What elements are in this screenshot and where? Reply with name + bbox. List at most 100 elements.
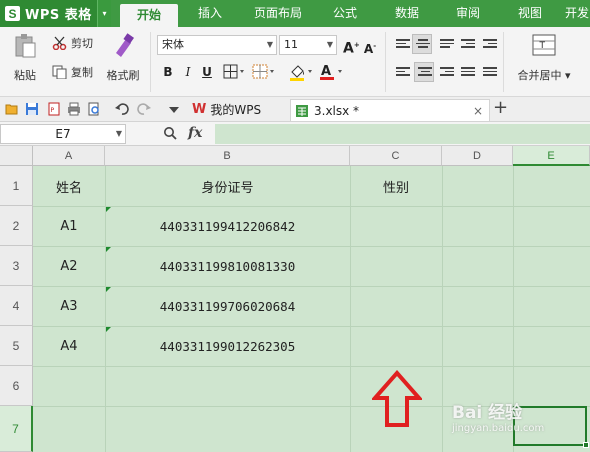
align-center-icon: [418, 67, 432, 79]
column-header-d[interactable]: D: [442, 146, 513, 166]
tab-page-layout[interactable]: 页面布局: [245, 0, 311, 27]
fx-button[interactable]: fx: [188, 125, 202, 141]
doc-tab-3xlsx[interactable]: 3.xlsx * ×: [290, 99, 490, 121]
format-painter-label: 格式刷: [106, 69, 140, 82]
cell-b3[interactable]: 440331199810081330: [105, 246, 350, 286]
cell-a1[interactable]: 姓名: [33, 166, 105, 206]
cell-b4[interactable]: 440331199706020684: [105, 286, 350, 326]
new-tab-button[interactable]: +: [493, 97, 508, 118]
undo-icon[interactable]: [115, 102, 129, 116]
grid-line: [33, 366, 590, 367]
name-box-value: E7: [55, 127, 71, 141]
cell-a4[interactable]: A3: [33, 286, 105, 326]
cut-label: 剪切: [71, 37, 93, 50]
font-color-icon[interactable]: A: [318, 63, 344, 81]
row-header-2[interactable]: 2: [0, 206, 33, 246]
search-icon[interactable]: [163, 126, 177, 140]
fill-handle[interactable]: [583, 442, 589, 448]
align-bottom-icon[interactable]: [440, 39, 454, 51]
decrease-font-button[interactable]: A-: [362, 38, 378, 56]
quick-access-bar: P W 我的WPS 3.xlsx * × +: [0, 97, 590, 122]
indent-decrease-icon[interactable]: [461, 39, 475, 51]
cell-b2[interactable]: 440331199412206842: [105, 206, 350, 246]
number-as-text-indicator: [106, 207, 111, 212]
paste-button[interactable]: 粘贴: [8, 33, 42, 83]
font-size-select[interactable]: 11 ▼: [279, 35, 337, 55]
tab-developer[interactable]: 开发: [565, 0, 590, 27]
paste-label: 粘贴: [14, 69, 36, 82]
app-dropdown-button[interactable]: ▾: [97, 0, 111, 27]
redo-icon[interactable]: [137, 102, 151, 116]
copy-icon: [52, 65, 67, 79]
ribbon-divider: [150, 32, 151, 92]
italic-button[interactable]: I: [180, 64, 196, 80]
doc-tab-my-wps[interactable]: W 我的WPS: [188, 99, 288, 121]
grid-line: [350, 166, 351, 452]
brush-icon: [116, 33, 134, 57]
svg-text:P: P: [51, 107, 55, 114]
align-left-icon[interactable]: [396, 67, 410, 79]
cell-a3[interactable]: A2: [33, 246, 105, 286]
fill-color-icon[interactable]: [288, 63, 314, 81]
save-icon[interactable]: [25, 102, 39, 116]
grid-line: [442, 166, 443, 452]
cell-c1[interactable]: 性别: [350, 166, 442, 206]
select-all-corner[interactable]: [0, 146, 33, 166]
merge-label: 合并居中 ▾: [517, 69, 571, 82]
format-painter-button[interactable]: 格式刷: [103, 33, 143, 83]
font-name-select[interactable]: 宋体 ▼: [157, 35, 277, 55]
print-preview-icon[interactable]: [87, 102, 101, 116]
tab-data[interactable]: 数据: [382, 0, 432, 27]
align-right-icon[interactable]: [440, 67, 454, 79]
column-header-c[interactable]: C: [350, 146, 442, 166]
tab-review[interactable]: 审阅: [443, 0, 493, 27]
underline-button[interactable]: U: [199, 64, 215, 80]
tab-view[interactable]: 视图: [505, 0, 555, 27]
cell-a5[interactable]: A4: [33, 326, 105, 366]
formula-input[interactable]: [215, 124, 590, 144]
increase-font-button[interactable]: A+: [343, 37, 360, 57]
ribbon-divider: [503, 32, 504, 92]
distributed-icon[interactable]: [483, 67, 497, 79]
open-folder-icon[interactable]: [5, 102, 19, 116]
align-top-icon[interactable]: [396, 39, 410, 51]
column-header-e[interactable]: E: [513, 146, 590, 166]
number-as-text-indicator: [106, 247, 111, 252]
bold-button[interactable]: B: [160, 64, 176, 80]
app-menu-button[interactable]: S WPS 表格: [0, 0, 97, 27]
tab-home-active[interactable]: 开始: [120, 4, 178, 27]
export-pdf-icon[interactable]: P: [47, 102, 61, 116]
borders-icon[interactable]: [223, 64, 245, 80]
column-header-a[interactable]: A: [33, 146, 105, 166]
tab-insert[interactable]: 插入: [185, 0, 235, 27]
font-size-value: 11: [284, 38, 298, 51]
cell-b5[interactable]: 440331199012262305: [105, 326, 350, 366]
cell-b1[interactable]: 身份证号: [105, 166, 350, 206]
font-name-value: 宋体: [162, 38, 184, 51]
close-icon[interactable]: ×: [473, 100, 483, 122]
tab-formulas[interactable]: 公式: [320, 0, 370, 27]
cell-style-icon[interactable]: [252, 64, 276, 80]
baidu-watermark: Bai 经验: [452, 403, 523, 423]
chevron-down-icon[interactable]: [167, 103, 181, 117]
merge-center-button[interactable]: T 合并居中 ▾: [511, 33, 577, 83]
formula-bar: E7 ▼ fx: [0, 122, 590, 146]
justify-icon[interactable]: [461, 67, 475, 79]
row-header-7[interactable]: 7: [0, 406, 33, 452]
ribbon-home: 粘贴 剪切 复制 格式刷 宋体 ▼ 11 ▼ A+ A- B I U A T 合…: [0, 27, 590, 97]
print-icon[interactable]: [67, 102, 81, 116]
column-header-b[interactable]: B: [105, 146, 350, 166]
cut-button[interactable]: 剪切: [52, 35, 93, 51]
indent-increase-icon[interactable]: [483, 39, 497, 51]
copy-button[interactable]: 复制: [52, 64, 93, 80]
row-header-4[interactable]: 4: [0, 286, 33, 326]
cell-a2[interactable]: A1: [33, 206, 105, 246]
row-header-6[interactable]: 6: [0, 366, 33, 406]
wps-logo-icon: S: [5, 6, 20, 21]
name-box[interactable]: E7 ▼: [0, 124, 126, 144]
wps-w-icon: W: [192, 102, 207, 117]
svg-text:A: A: [321, 64, 331, 79]
row-header-1[interactable]: 1: [0, 166, 33, 206]
row-header-5[interactable]: 5: [0, 326, 33, 366]
row-header-3[interactable]: 3: [0, 246, 33, 286]
